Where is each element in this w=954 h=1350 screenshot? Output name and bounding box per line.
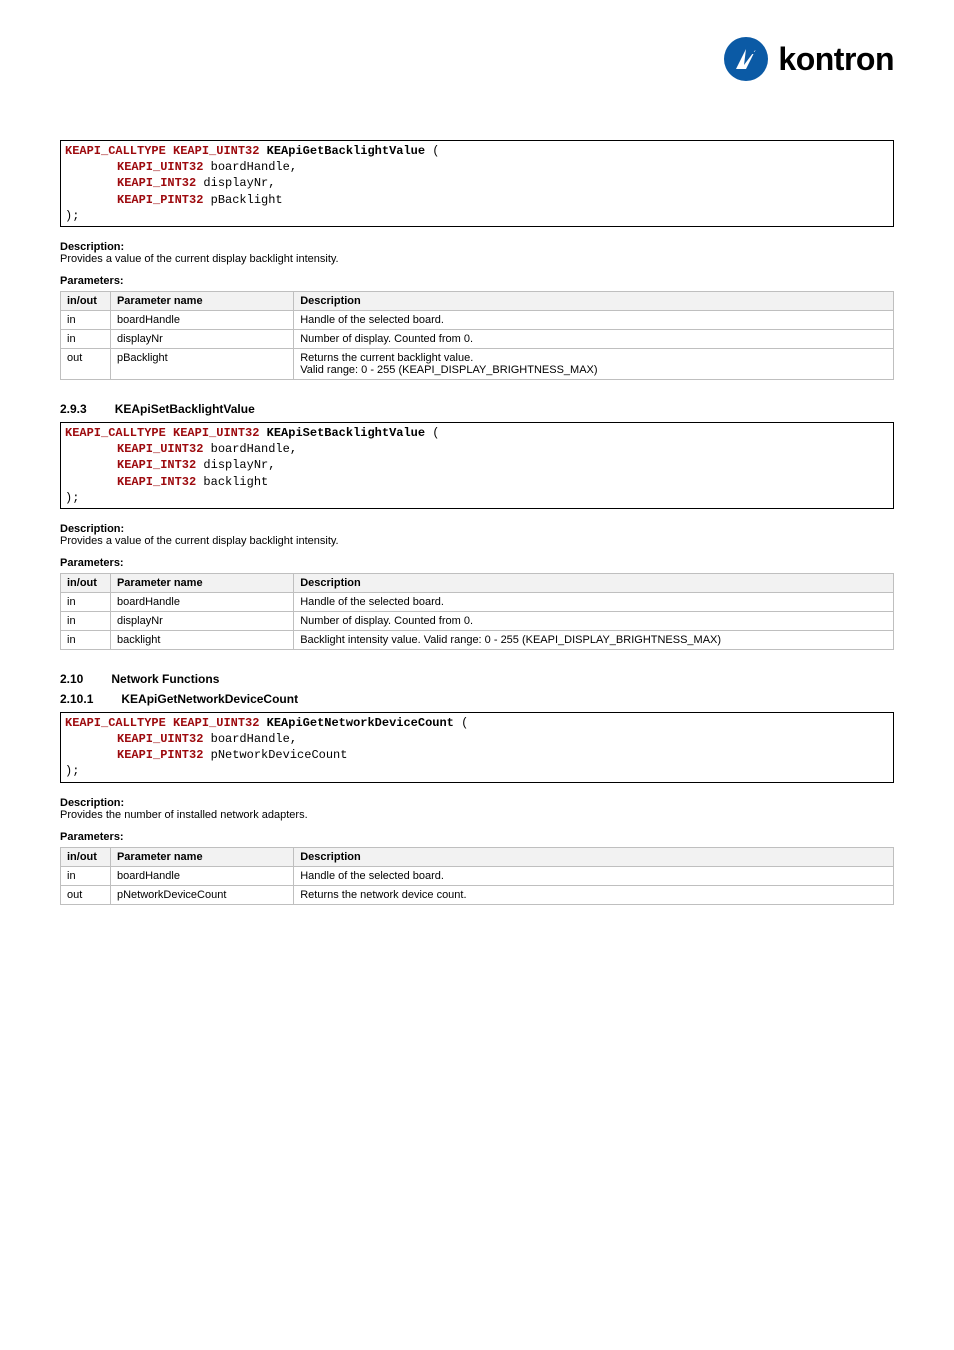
th-param: Parameter name bbox=[110, 291, 293, 310]
code-type: KEAPI_PINT32 bbox=[117, 193, 203, 207]
cell-io: in bbox=[61, 592, 111, 611]
params-table-getbacklight: in/out Parameter name Description in boa… bbox=[60, 291, 894, 380]
code-block-netcount: KEAPI_CALLTYPE KEAPI_UINT32 KEApiGetNetw… bbox=[60, 712, 894, 783]
section-number: 2.10.1 bbox=[60, 692, 93, 706]
code-keyword: KEAPI_UINT32 bbox=[173, 144, 259, 158]
th-io: in/out bbox=[61, 847, 111, 866]
params-table-netcount: in/out Parameter name Description in boa… bbox=[60, 847, 894, 905]
th-desc: Description bbox=[294, 291, 894, 310]
section-heading-network: 2.10 Network Functions bbox=[60, 672, 894, 686]
code-keyword: KEAPI_CALLTYPE bbox=[65, 716, 166, 730]
cell-desc: Returns the current backlight value. Val… bbox=[294, 348, 894, 379]
code-type: KEAPI_UINT32 bbox=[117, 160, 203, 174]
code-param: boardHandle, bbox=[211, 160, 297, 174]
page-content: KEAPI_CALLTYPE KEAPI_UINT32 KEApiGetBack… bbox=[60, 140, 894, 905]
code-block-setbacklight: KEAPI_CALLTYPE KEAPI_UINT32 KEApiSetBack… bbox=[60, 422, 894, 509]
th-param: Parameter name bbox=[110, 847, 293, 866]
table-row: out pBacklight Returns the current backl… bbox=[61, 348, 894, 379]
code-type: KEAPI_PINT32 bbox=[117, 748, 203, 762]
params-table-setbacklight: in/out Parameter name Description in boa… bbox=[60, 573, 894, 650]
parameters-label: Parameters: bbox=[60, 831, 894, 843]
table-row: in boardHandle Handle of the selected bo… bbox=[61, 592, 894, 611]
cell-io: in bbox=[61, 329, 111, 348]
table-row: in displayNr Number of display. Counted … bbox=[61, 329, 894, 348]
cell-io: in bbox=[61, 630, 111, 649]
code-keyword: KEAPI_CALLTYPE bbox=[65, 426, 166, 440]
code-param: displayNr, bbox=[203, 458, 275, 472]
description-label: Description: bbox=[60, 797, 894, 809]
logo: kontron bbox=[722, 35, 894, 83]
code-type: KEAPI_INT32 bbox=[117, 458, 196, 472]
description-text: Provides the number of installed network… bbox=[60, 809, 894, 821]
table-row: in backlight Backlight intensity value. … bbox=[61, 630, 894, 649]
cell-param: displayNr bbox=[110, 329, 293, 348]
logo-mark-icon bbox=[722, 35, 770, 83]
table-row: in boardHandle Handle of the selected bo… bbox=[61, 866, 894, 885]
cell-param: pNetworkDeviceCount bbox=[110, 885, 293, 904]
section-heading-netcount: 2.10.1 KEApiGetNetworkDeviceCount bbox=[60, 692, 894, 706]
cell-io: in bbox=[61, 310, 111, 329]
code-function: KEApiGetNetworkDeviceCount bbox=[267, 716, 454, 730]
code-param: backlight bbox=[203, 475, 268, 489]
code-type: KEAPI_INT32 bbox=[117, 475, 196, 489]
code-param: pNetworkDeviceCount bbox=[211, 748, 348, 762]
cell-io: in bbox=[61, 611, 111, 630]
code-param: pBacklight bbox=[211, 193, 283, 207]
cell-param: boardHandle bbox=[110, 310, 293, 329]
description-text: Provides a value of the current display … bbox=[60, 253, 894, 265]
cell-param: boardHandle bbox=[110, 592, 293, 611]
description-text: Provides a value of the current display … bbox=[60, 535, 894, 547]
cell-desc: Handle of the selected board. bbox=[294, 592, 894, 611]
code-param: boardHandle, bbox=[211, 442, 297, 456]
section-title: Network Functions bbox=[111, 672, 219, 686]
cell-param: displayNr bbox=[110, 611, 293, 630]
logo-text: kontron bbox=[778, 41, 894, 78]
section-number: 2.10 bbox=[60, 672, 83, 686]
th-desc: Description bbox=[294, 573, 894, 592]
table-row: out pNetworkDeviceCount Returns the netw… bbox=[61, 885, 894, 904]
code-param: boardHandle, bbox=[211, 732, 297, 746]
cell-io: out bbox=[61, 885, 111, 904]
code-type: KEAPI_INT32 bbox=[117, 176, 196, 190]
code-keyword: KEAPI_UINT32 bbox=[173, 426, 259, 440]
cell-desc: Returns the network device count. bbox=[294, 885, 894, 904]
section-number: 2.9.3 bbox=[60, 402, 87, 416]
code-keyword: KEAPI_CALLTYPE bbox=[65, 144, 166, 158]
cell-desc: Number of display. Counted from 0. bbox=[294, 329, 894, 348]
code-param: displayNr, bbox=[203, 176, 275, 190]
th-io: in/out bbox=[61, 573, 111, 592]
cell-param: pBacklight bbox=[110, 348, 293, 379]
section-title: KEApiGetNetworkDeviceCount bbox=[121, 692, 298, 706]
table-row: in boardHandle Handle of the selected bo… bbox=[61, 310, 894, 329]
code-block-getbacklight: KEAPI_CALLTYPE KEAPI_UINT32 KEApiGetBack… bbox=[60, 140, 894, 227]
code-keyword: KEAPI_UINT32 bbox=[173, 716, 259, 730]
th-param: Parameter name bbox=[110, 573, 293, 592]
parameters-label: Parameters: bbox=[60, 275, 894, 287]
section-heading-setbacklight: 2.9.3 KEApiSetBacklightValue bbox=[60, 402, 894, 416]
code-type: KEAPI_UINT32 bbox=[117, 442, 203, 456]
description-label: Description: bbox=[60, 523, 894, 535]
table-row: in displayNr Number of display. Counted … bbox=[61, 611, 894, 630]
cell-param: boardHandle bbox=[110, 866, 293, 885]
cell-desc: Handle of the selected board. bbox=[294, 866, 894, 885]
code-function: KEApiGetBacklightValue bbox=[267, 144, 425, 158]
code-function: KEApiSetBacklightValue bbox=[267, 426, 425, 440]
th-desc: Description bbox=[294, 847, 894, 866]
cell-desc: Number of display. Counted from 0. bbox=[294, 611, 894, 630]
cell-desc: Handle of the selected board. bbox=[294, 310, 894, 329]
cell-io: in bbox=[61, 866, 111, 885]
section-title: KEApiSetBacklightValue bbox=[115, 402, 255, 416]
cell-io: out bbox=[61, 348, 111, 379]
description-label: Description: bbox=[60, 241, 894, 253]
cell-desc: Backlight intensity value. Valid range: … bbox=[294, 630, 894, 649]
parameters-label: Parameters: bbox=[60, 557, 894, 569]
code-type: KEAPI_UINT32 bbox=[117, 732, 203, 746]
th-io: in/out bbox=[61, 291, 111, 310]
cell-param: backlight bbox=[110, 630, 293, 649]
